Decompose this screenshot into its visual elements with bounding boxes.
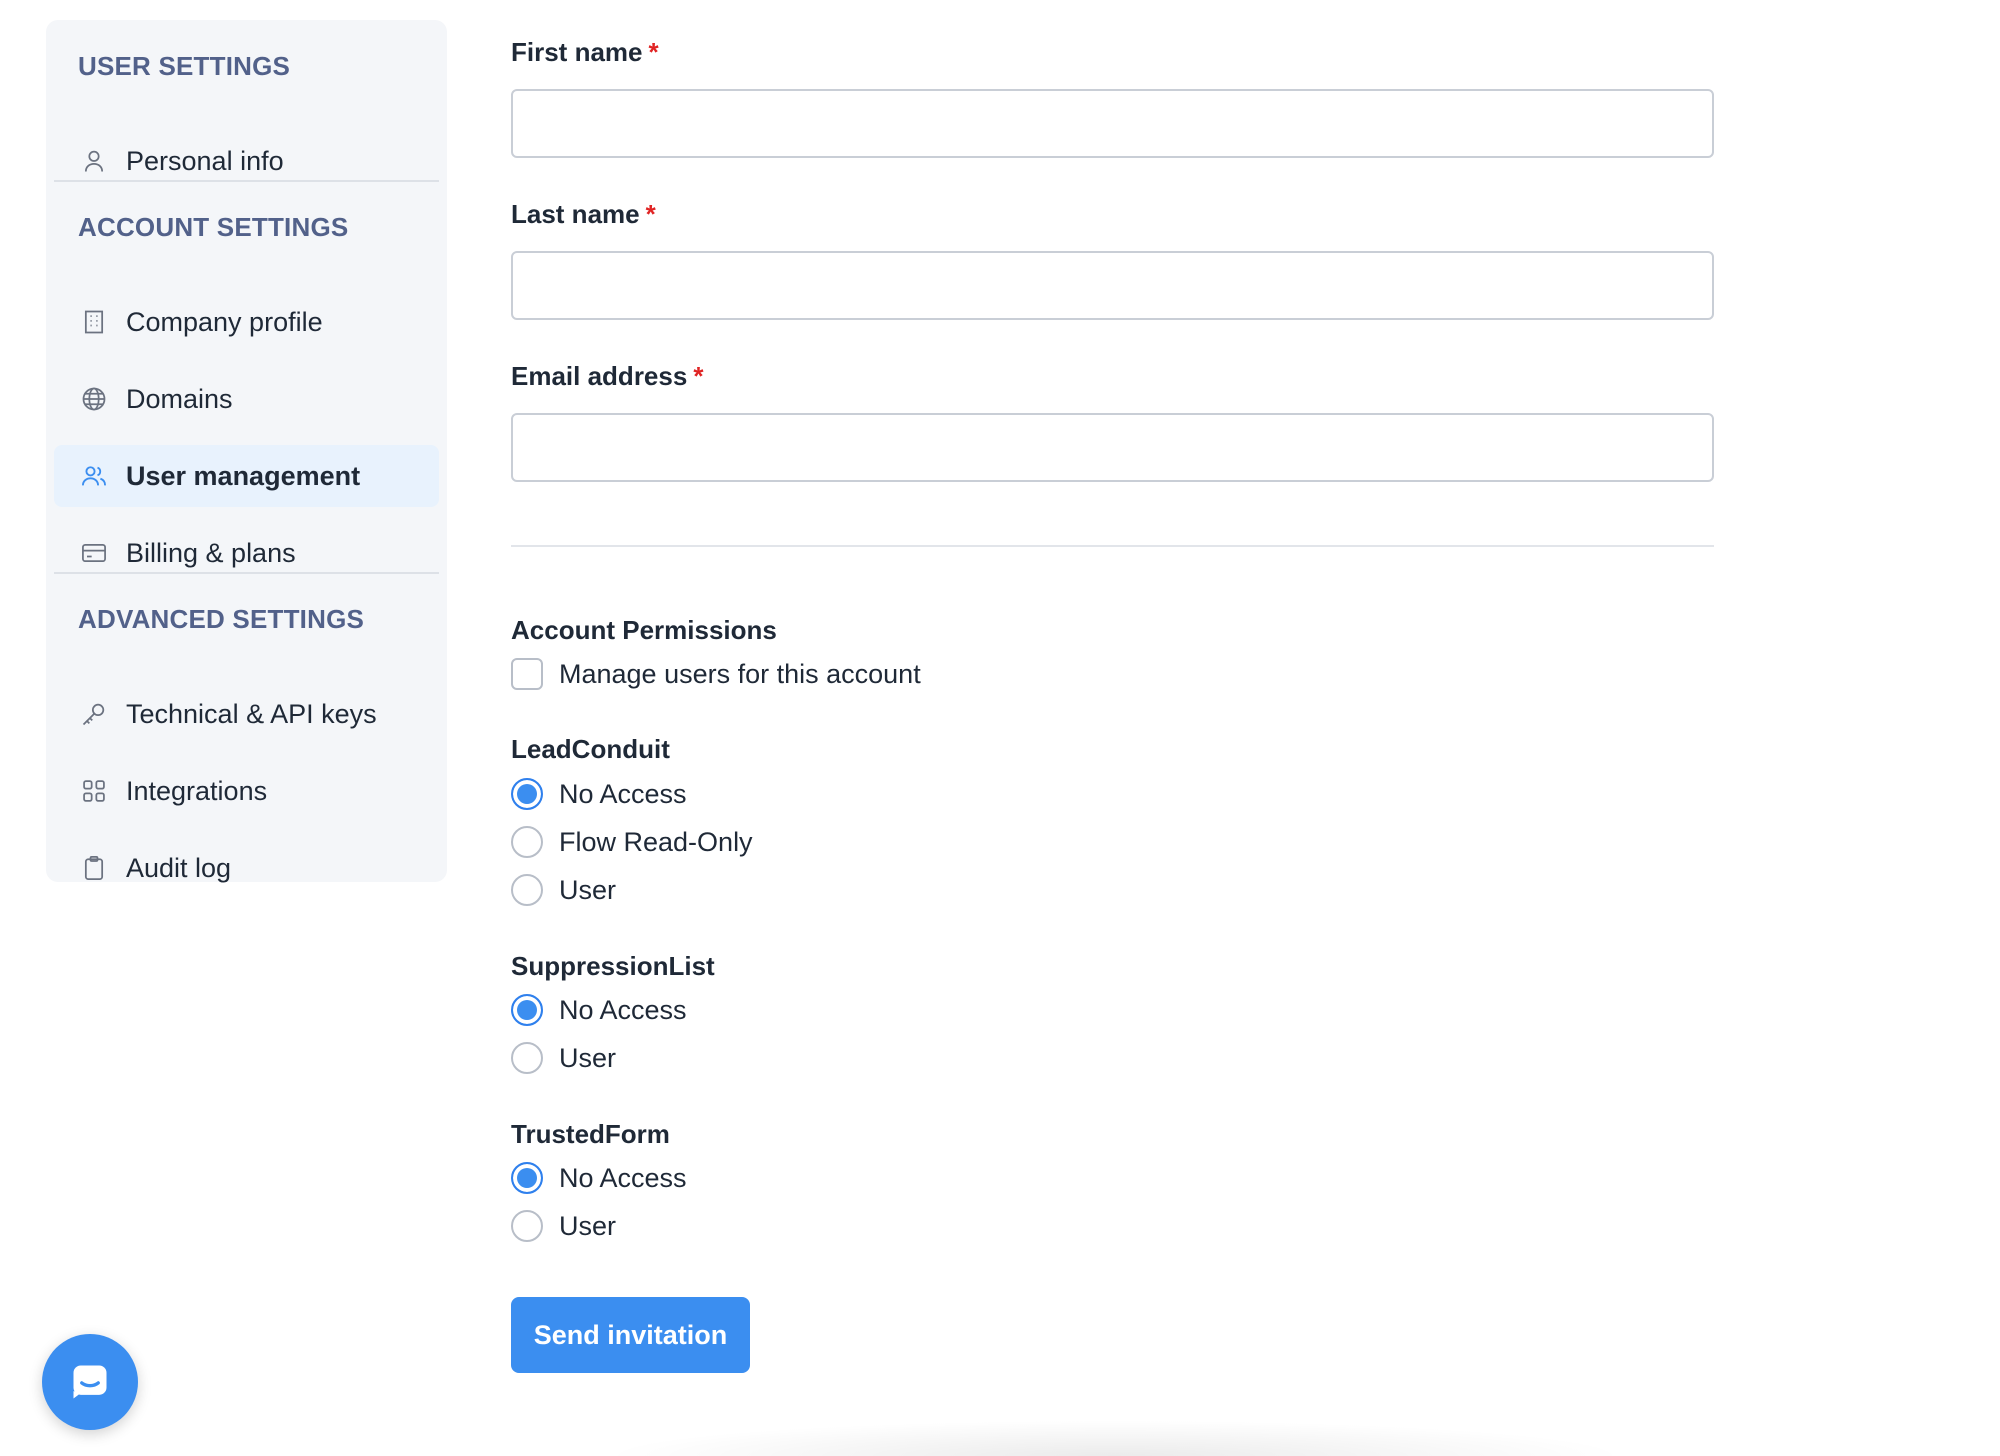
users-icon: [80, 462, 108, 490]
sidebar-divider: [54, 572, 439, 574]
manage-users-label: Manage users for this account: [559, 659, 921, 689]
first-name-label-text: First name: [511, 37, 643, 67]
last-name-label-text: Last name: [511, 199, 640, 229]
clipboard-icon: [80, 854, 108, 882]
send-invitation-button[interactable]: Send invitation: [511, 1297, 750, 1373]
sidebar-item-user-management[interactable]: User management: [54, 445, 439, 507]
sidebar-item-label: Billing & plans: [126, 538, 296, 568]
required-marker: *: [693, 361, 704, 391]
page-bottom-shadow: [600, 1420, 1630, 1456]
leadconduit-option-flow-read-only[interactable]: Flow Read-Only: [511, 825, 753, 859]
last-name-input[interactable]: [511, 251, 1714, 320]
email-label-text: Email address: [511, 361, 688, 391]
settings-sidebar: USER SETTINGS Personal info ACCOUNT SETT…: [46, 20, 447, 883]
grid-icon: [80, 777, 108, 805]
suppressionlist-option-no-access[interactable]: No Access: [511, 993, 687, 1027]
sidebar-item-label: Integrations: [126, 776, 268, 806]
leadconduit-option-no-access[interactable]: No Access: [511, 777, 687, 811]
key-icon: [80, 700, 108, 728]
globe-icon: [80, 385, 108, 413]
chat-icon: [73, 1365, 107, 1399]
sidebar-item-audit-log[interactable]: Audit log: [54, 837, 439, 899]
building-icon: [80, 308, 108, 336]
sidebar-item-label: Personal info: [126, 146, 284, 176]
sidebar-item-label: Company profile: [126, 307, 323, 337]
sidebar-item-domains[interactable]: Domains: [54, 368, 439, 430]
trustedform-option-no-access[interactable]: No Access: [511, 1161, 687, 1195]
chat-launcher-button[interactable]: [42, 1334, 138, 1430]
credit-card-icon: [80, 539, 108, 567]
suppressionlist-radio-user[interactable]: [511, 1042, 543, 1074]
leadconduit-title: LeadConduit: [511, 734, 670, 764]
sidebar-divider: [54, 180, 439, 182]
user-icon: [80, 147, 108, 175]
radio-label: No Access: [559, 779, 687, 809]
radio-label: User: [559, 875, 617, 905]
account-permissions-title: Account Permissions: [511, 615, 777, 645]
leadconduit-radio-no-access[interactable]: [511, 778, 543, 810]
sidebar-item-billing-plans[interactable]: Billing & plans: [54, 522, 439, 584]
manage-users-checkbox-option[interactable]: Manage users for this account: [511, 657, 921, 691]
radio-label: Flow Read-Only: [559, 827, 753, 857]
sidebar-item-label: Domains: [126, 384, 233, 414]
section-heading-advanced-settings: ADVANCED SETTINGS: [78, 604, 365, 634]
suppressionlist-radio-no-access[interactable]: [511, 994, 543, 1026]
required-marker: *: [648, 37, 659, 67]
radio-label: User: [559, 1211, 617, 1241]
sidebar-item-integrations[interactable]: Integrations: [54, 760, 439, 822]
suppressionlist-title: SuppressionList: [511, 951, 715, 981]
sidebar-item-label: Audit log: [126, 853, 232, 883]
email-input[interactable]: [511, 413, 1714, 482]
required-marker: *: [645, 199, 656, 229]
radio-label: User: [559, 1043, 617, 1073]
section-heading-user-settings: USER SETTINGS: [78, 51, 291, 81]
radio-label: No Access: [559, 1163, 687, 1193]
manage-users-checkbox[interactable]: [511, 658, 543, 690]
trustedform-radio-no-access[interactable]: [511, 1162, 543, 1194]
sidebar-item-technical-api-keys[interactable]: Technical & API keys: [54, 683, 439, 745]
last-name-label: Last name *: [511, 198, 656, 230]
trustedform-radio-user[interactable]: [511, 1210, 543, 1242]
sidebar-item-personal-info[interactable]: Personal info: [54, 130, 439, 192]
leadconduit-radio-flow-read-only[interactable]: [511, 826, 543, 858]
sidebar-item-company-profile[interactable]: Company profile: [54, 291, 439, 353]
leadconduit-option-user[interactable]: User: [511, 873, 616, 907]
section-heading-account-settings: ACCOUNT SETTINGS: [78, 212, 349, 242]
first-name-label: First name *: [511, 36, 659, 68]
radio-label: No Access: [559, 995, 687, 1025]
trustedform-title: TrustedForm: [511, 1119, 670, 1149]
form-divider: [511, 545, 1714, 547]
suppressionlist-option-user[interactable]: User: [511, 1041, 616, 1075]
sidebar-item-label: User management: [126, 461, 361, 491]
sidebar-item-label: Technical & API keys: [126, 699, 377, 729]
first-name-input[interactable]: [511, 89, 1714, 158]
trustedform-option-user[interactable]: User: [511, 1209, 616, 1243]
leadconduit-radio-user[interactable]: [511, 874, 543, 906]
email-label: Email address *: [511, 360, 703, 392]
